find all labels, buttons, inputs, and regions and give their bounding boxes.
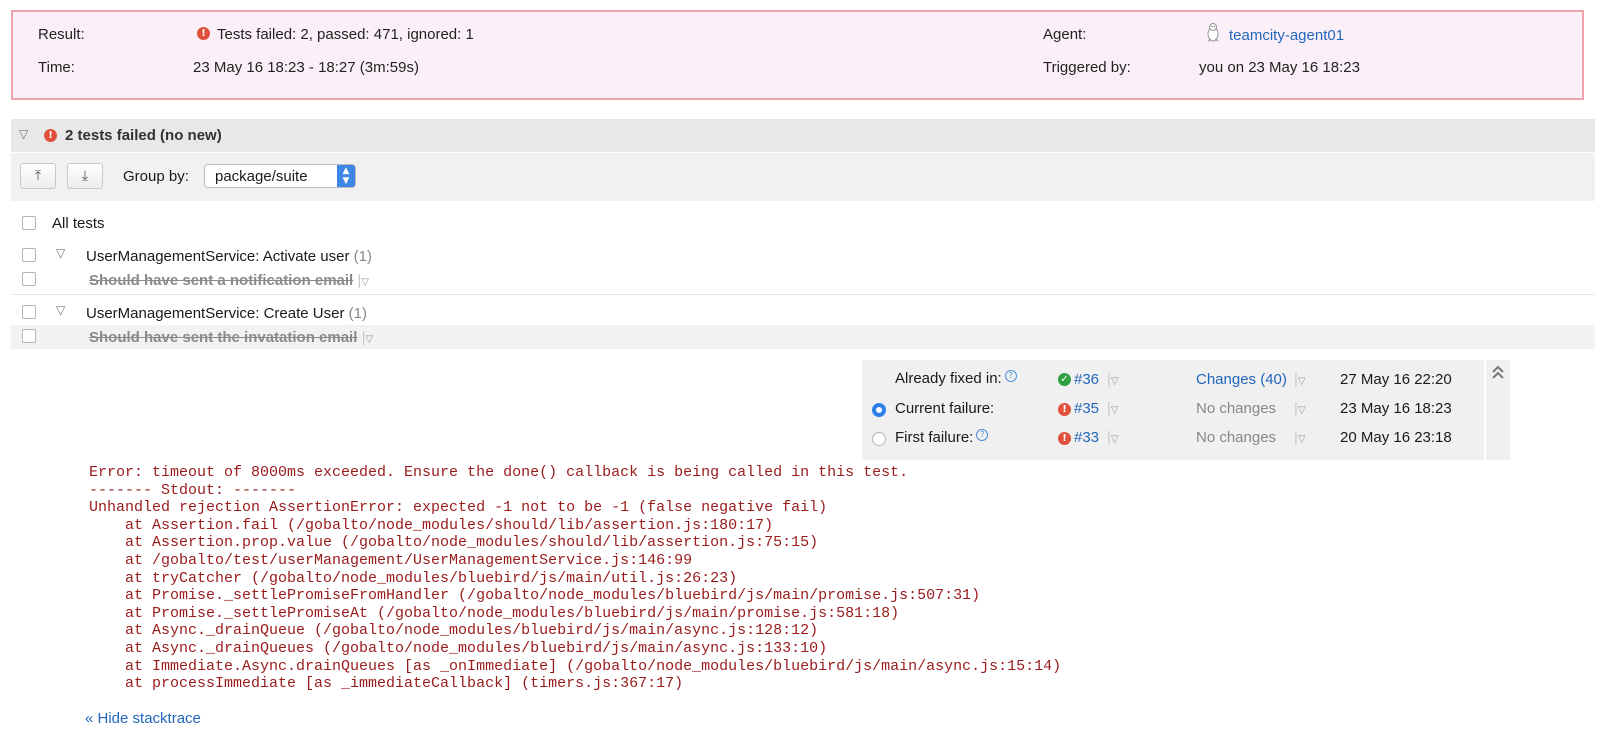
failure-history-panel: Already fixed in:? ✓ #36 |▽ Changes (40)… (862, 360, 1484, 460)
test-menu-icon: ▽ (361, 277, 369, 288)
triggered-by-value: you on 23 May 16 18:23 (1199, 59, 1360, 76)
group-by-value: package/suite (215, 168, 308, 185)
group-collapse-icon[interactable]: ▽ (56, 246, 65, 260)
test-item[interactable]: Should have sent a notification email |▽ (89, 272, 369, 289)
first-failure-label: First failure:? (895, 429, 989, 446)
build-menu[interactable]: |▽ (1107, 400, 1119, 417)
group-collapse-icon[interactable]: ▽ (56, 303, 65, 317)
test-checkbox[interactable] (22, 272, 36, 286)
build-link[interactable]: #35 (1074, 400, 1099, 417)
changes-menu[interactable]: |▽ (1294, 400, 1306, 417)
date: 27 May 16 22:20 (1340, 371, 1452, 388)
time-label: Time: (38, 59, 75, 76)
no-changes-text: No changes (1196, 429, 1277, 446)
test-item[interactable]: Should have sent the invatation email |▽ (89, 329, 373, 346)
changes-menu-icon: ▽ (1297, 376, 1306, 387)
failed-tests-title: 2 tests failed (no new) (65, 127, 222, 144)
changes-link[interactable]: Changes (40) (1196, 371, 1287, 388)
all-tests-label: All tests (52, 215, 105, 232)
failed-tests-header[interactable]: ▽ ! 2 tests failed (no new) (11, 119, 1595, 152)
test-group-name[interactable]: UserManagementService: Create User (1) (86, 305, 367, 322)
check-circle-icon: ✓ (1058, 373, 1071, 386)
build-menu[interactable]: |▽ (1107, 371, 1119, 388)
group-by-label: Group by: (123, 168, 189, 185)
already-fixed-label: Already fixed in:? (895, 370, 1017, 387)
select-arrows-icon: ▲ ▼ (337, 165, 355, 187)
double-chevron-up-icon (1491, 364, 1505, 384)
stacktrace-text: Error: timeout of 8000ms exceeded. Ensur… (89, 464, 1062, 693)
group-checkbox[interactable] (22, 248, 36, 262)
all-tests-checkbox[interactable] (22, 216, 36, 230)
hide-stacktrace-link[interactable]: « Hide stacktrace (85, 710, 201, 727)
current-failure-label: Current failure: (895, 400, 995, 417)
first-failure-radio[interactable] (872, 432, 886, 446)
collapse-details-button[interactable] (1486, 360, 1510, 460)
build-menu-icon: ▽ (1110, 434, 1119, 445)
linux-penguin-icon (1205, 22, 1221, 42)
build-menu[interactable]: |▽ (1107, 429, 1119, 446)
expand-all-button[interactable]: ⤓ (67, 163, 103, 189)
changes-menu-icon: ▽ (1297, 434, 1306, 445)
collapse-all-button[interactable]: ⤒ (20, 163, 56, 189)
test-menu-icon: ▽ (365, 334, 374, 345)
collapse-section-icon[interactable]: ▽ (19, 127, 28, 141)
help-icon: ? (1004, 370, 1017, 382)
changes-menu[interactable]: |▽ (1294, 429, 1306, 446)
result-value: Tests failed: 2, passed: 471, ignored: 1 (217, 26, 474, 43)
triggered-by-label: Triggered by: (1043, 59, 1131, 76)
expand-all-icon: ⤓ (81, 168, 89, 184)
error-circle-icon: ! (1058, 432, 1071, 445)
error-circle-icon: ! (1058, 403, 1071, 416)
build-menu-icon: ▽ (1110, 376, 1119, 387)
test-checkbox[interactable] (22, 329, 36, 343)
date: 23 May 16 18:23 (1340, 400, 1452, 417)
agent-label: Agent: (1043, 26, 1087, 43)
build-link[interactable]: #36 (1074, 371, 1099, 388)
build-summary-panel: Result: ! Tests failed: 2, passed: 471, … (11, 10, 1584, 100)
group-by-select[interactable]: package/suite ▲ ▼ (204, 164, 356, 188)
current-failure-radio[interactable] (872, 403, 886, 417)
build-menu-icon: ▽ (1110, 405, 1119, 416)
error-circle-icon: ! (44, 129, 57, 142)
changes-menu[interactable]: |▽ (1294, 371, 1306, 388)
tests-toolbar: ⤒ ⤓ Group by: package/suite ▲ ▼ (11, 153, 1595, 201)
divider (11, 294, 1595, 295)
error-circle-icon: ! (197, 27, 210, 40)
changes-menu-icon: ▽ (1297, 405, 1306, 416)
test-group-name[interactable]: UserManagementService: Activate user (1) (86, 248, 372, 265)
collapse-all-icon: ⤒ (34, 168, 42, 184)
build-link[interactable]: #33 (1074, 429, 1099, 446)
result-label: Result: (38, 26, 85, 43)
agent-link[interactable]: teamcity-agent01 (1229, 27, 1344, 44)
no-changes-text: No changes (1196, 400, 1277, 417)
time-value: 23 May 16 18:23 - 18:27 (3m:59s) (193, 59, 419, 76)
date: 20 May 16 23:18 (1340, 429, 1452, 446)
help-icon: ? (976, 429, 989, 441)
group-checkbox[interactable] (22, 305, 36, 319)
